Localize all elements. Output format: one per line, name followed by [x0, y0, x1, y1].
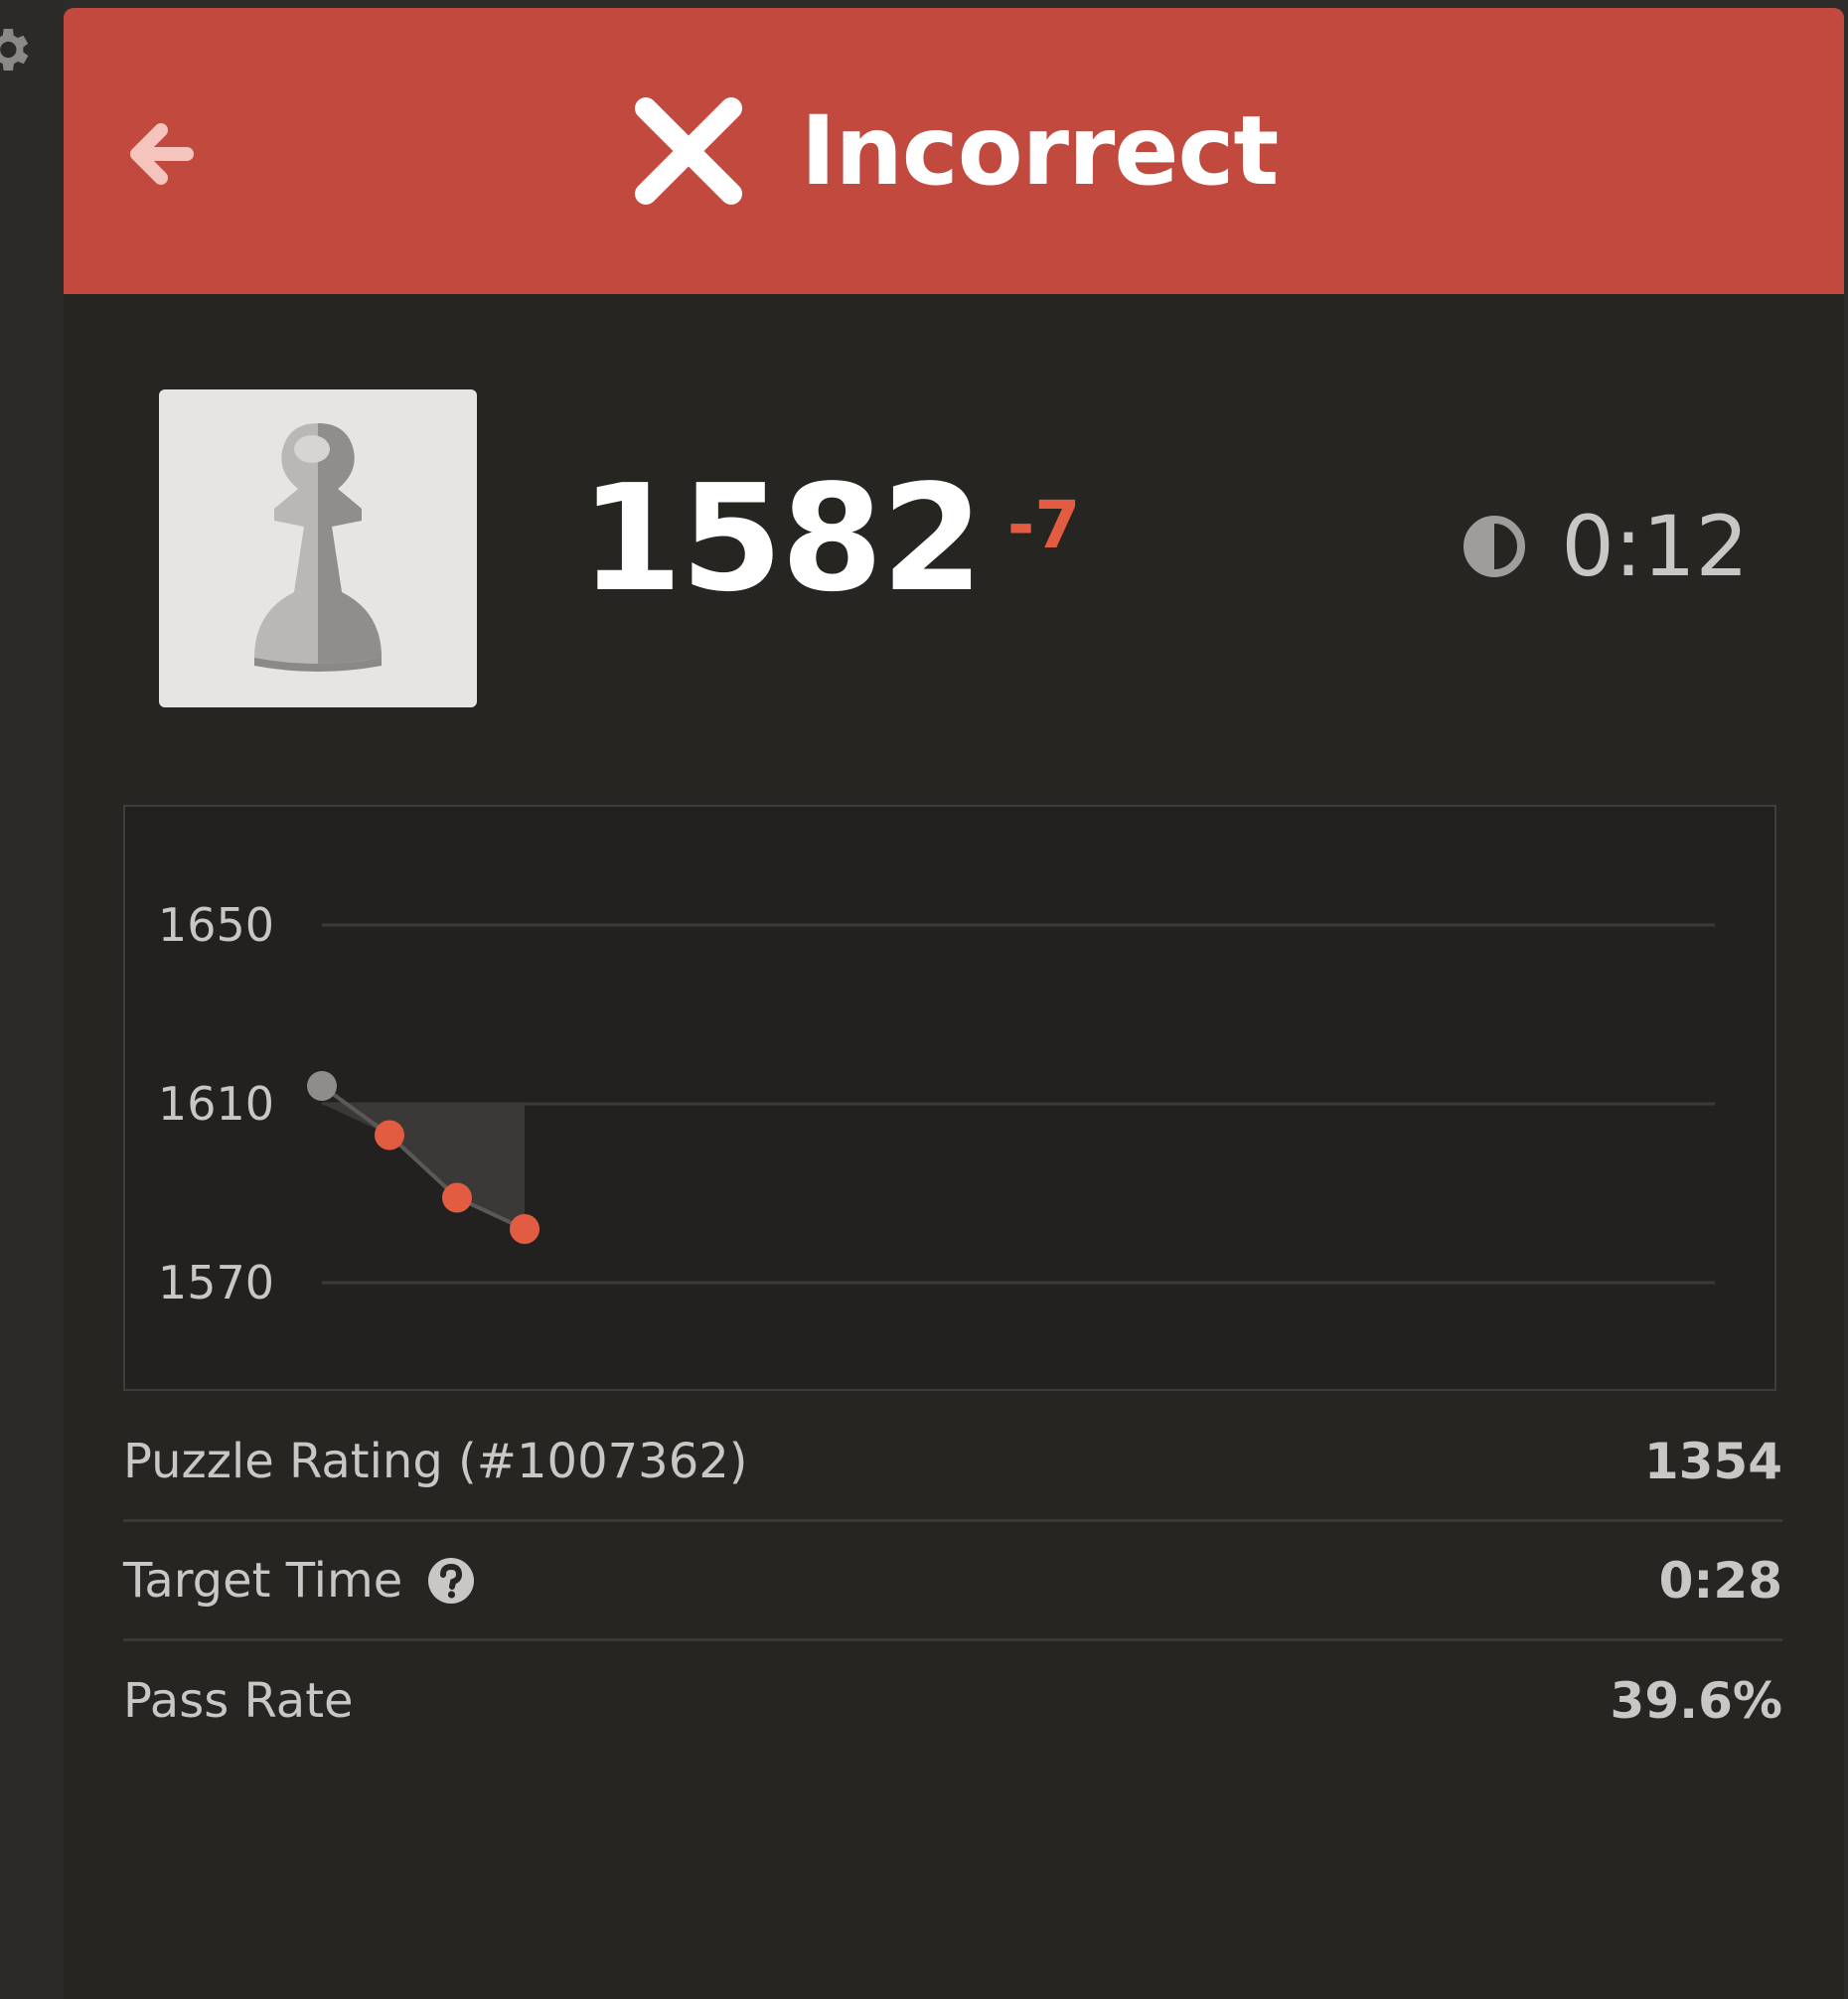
- stat-label-target-time-group: Target Time: [123, 1553, 476, 1609]
- x-icon: [634, 97, 742, 205]
- result-header: Incorrect: [64, 8, 1844, 294]
- rating-point[interactable]: [307, 1071, 337, 1101]
- rating-point[interactable]: [442, 1182, 472, 1213]
- stat-label-puzzle-rating: Puzzle Rating (#1007362): [123, 1433, 748, 1489]
- rating-chart: 1650 1610 1570: [123, 805, 1776, 1391]
- stat-value-target-time: 0:28: [1658, 1551, 1782, 1610]
- result-title: Incorrect: [800, 95, 1280, 207]
- rating-chart-svg: 1650 1610 1570: [158, 898, 1715, 1309]
- y-tick-label: 1610: [158, 1077, 274, 1131]
- y-tick-label: 1570: [158, 1256, 274, 1309]
- rating-value: 1582: [580, 453, 984, 624]
- rating-delta: -7: [1006, 487, 1081, 563]
- stat-row-pass-rate: Pass Rate 39.6%: [123, 1641, 1782, 1761]
- stat-value-pass-rate: 39.6%: [1610, 1672, 1782, 1730]
- result-title-group: Incorrect: [64, 8, 1844, 294]
- left-sidebar: [0, 0, 64, 1999]
- gear-icon[interactable]: [0, 22, 34, 77]
- rating-point[interactable]: [510, 1214, 539, 1244]
- stat-row-target-time: Target Time 0:28: [123, 1522, 1782, 1641]
- stat-value-puzzle-rating: 1354: [1643, 1432, 1782, 1490]
- timer-display: 0:12: [1462, 505, 1749, 588]
- rating-display: 1582 -7: [580, 465, 1080, 612]
- question-icon[interactable]: [426, 1556, 476, 1606]
- timer-value: 0:12: [1561, 498, 1749, 595]
- rating-point[interactable]: [375, 1120, 404, 1151]
- stat-label-target-time: Target Time: [123, 1552, 403, 1609]
- clock-icon: [1463, 516, 1526, 577]
- stat-row-puzzle-rating: Puzzle Rating (#1007362) 1354: [123, 1403, 1782, 1522]
- puzzle-result-panel: Incorrect 1582 -7 0:12 1650 1610 1570 Pu…: [64, 8, 1844, 1999]
- puzzle-screen: Incorrect 1582 -7 0:12 1650 1610 1570 Pu…: [0, 0, 1848, 1999]
- stat-label-pass-rate: Pass Rate: [123, 1673, 354, 1729]
- avatar: [159, 389, 477, 707]
- y-tick-label: 1650: [158, 898, 274, 952]
- pawn-icon: [254, 423, 382, 672]
